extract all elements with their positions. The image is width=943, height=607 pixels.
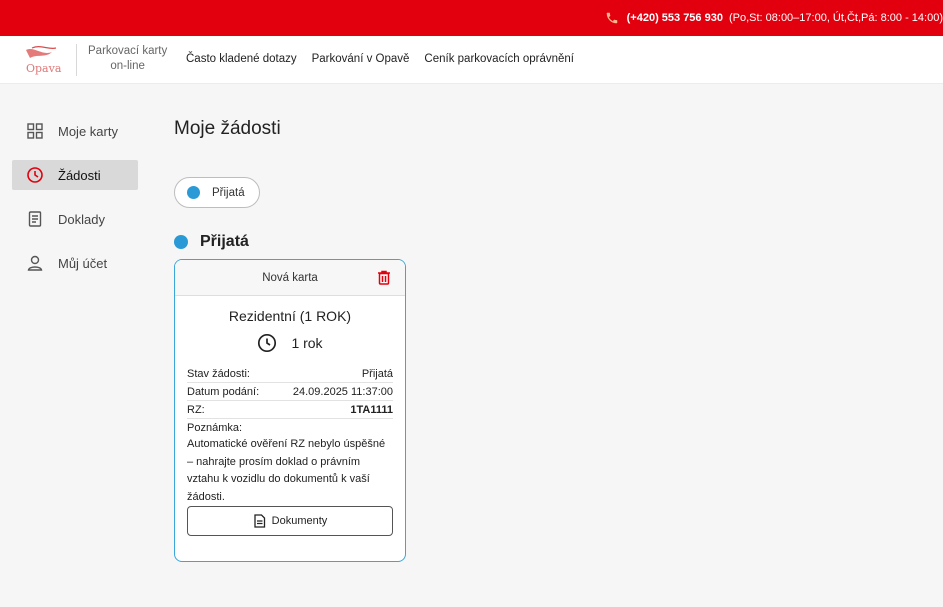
nav-link-faq[interactable]: Často kladené dotazy: [186, 53, 297, 65]
clock-icon: [26, 166, 44, 184]
detail-value: 1TA1111: [350, 403, 393, 416]
nav-links: Často kladené dotazy Parkování v Opavě C…: [186, 53, 574, 65]
documents-button[interactable]: Dokumenty: [187, 506, 393, 536]
app-name-line1: Parkovací karty: [88, 45, 168, 57]
detail-row-status: Stav žádosti: Přijatá: [187, 365, 393, 383]
office-hours: (Po,St: 08:00–17:00, Út,Čt,Pá: 8:00 - 14…: [728, 12, 943, 24]
detail-row-submitted: Datum podání: 24.09.2025 11:37:00: [187, 383, 393, 401]
card-title: Rezidentní (1 ROK): [228, 308, 352, 324]
app-name[interactable]: Parkovací karty on-line: [88, 44, 167, 74]
detail-label: Stav žádosti:: [187, 367, 250, 380]
detail-row-plate: RZ: 1TA1111: [187, 401, 393, 419]
section-title: Přijatá: [200, 233, 249, 250]
section-heading: Přijatá: [174, 233, 249, 251]
sidebar-item-label: Doklady: [58, 211, 105, 227]
request-card: Nová karta Rezidentní (1 ROK) 1 rok Stav…: [174, 259, 406, 562]
document-icon: [253, 514, 266, 528]
status-filter-chip[interactable]: Přijatá: [174, 177, 260, 208]
contact-info: (+420) 553 756 930 (Po,St: 08:00–17:00, …: [605, 11, 943, 25]
sidebar-item-my-account[interactable]: Můj účet: [12, 248, 138, 278]
detail-value: Přijatá: [361, 367, 393, 380]
sidebar-item-label: Žádosti: [58, 167, 101, 183]
card-details: Stav žádosti: Přijatá Datum podání: 24.0…: [187, 365, 393, 506]
filter-chip-label: Přijatá: [212, 186, 245, 199]
detail-label: Datum podání:: [187, 385, 260, 398]
sidebar-item-my-cards[interactable]: Moje karty: [12, 116, 138, 146]
duration-value: 1 rok: [291, 335, 323, 351]
phone-icon: [605, 11, 619, 25]
card-duration: 1 rok: [175, 333, 405, 353]
sidebar-item-requests[interactable]: Žádosti: [12, 160, 138, 190]
status-dot: [187, 186, 200, 199]
sidebar-item-label: Moje karty: [58, 123, 118, 139]
note-label: Poznámka:: [187, 422, 243, 434]
sidebar-item-label: Můj účet: [58, 255, 108, 271]
documents-button-label: Dokumenty: [271, 515, 328, 527]
main-navbar: Opava Parkovací karty on-line Často klad…: [0, 36, 943, 84]
card-header: Nová karta: [175, 260, 405, 296]
grid-icon: [26, 122, 44, 140]
receipt-icon: [26, 210, 44, 228]
status-dot: [174, 235, 188, 249]
opava-logo[interactable]: Opava: [22, 44, 68, 76]
logo-divider: [76, 44, 77, 76]
page-title: Moje žádosti: [174, 118, 281, 139]
top-contact-bar: (+420) 553 756 930 (Po,St: 08:00–17:00, …: [0, 0, 943, 36]
clock-icon: [257, 333, 277, 353]
detail-label: RZ:: [187, 403, 205, 416]
logo-text: Opava: [26, 62, 62, 75]
card-header-title: Nová karta: [262, 271, 318, 284]
trash-icon[interactable]: [377, 270, 391, 285]
nav-link-parking-in-opava[interactable]: Parkování v Opavě: [312, 53, 410, 65]
nav-link-price-list[interactable]: Ceník parkovacích oprávnění: [424, 53, 574, 65]
sidebar-item-documents[interactable]: Doklady: [12, 204, 138, 234]
detail-value: 24.09.2025 11:37:00: [292, 385, 393, 398]
note-text: Automatické ověření RZ nebylo úspěšné – …: [187, 438, 386, 503]
sidebar: Moje karty Žádosti Doklady Můj účet: [12, 116, 138, 292]
user-icon: [26, 254, 44, 272]
app-name-line2: on-line: [110, 60, 145, 72]
phone-number[interactable]: (+420) 553 756 930: [627, 12, 723, 24]
